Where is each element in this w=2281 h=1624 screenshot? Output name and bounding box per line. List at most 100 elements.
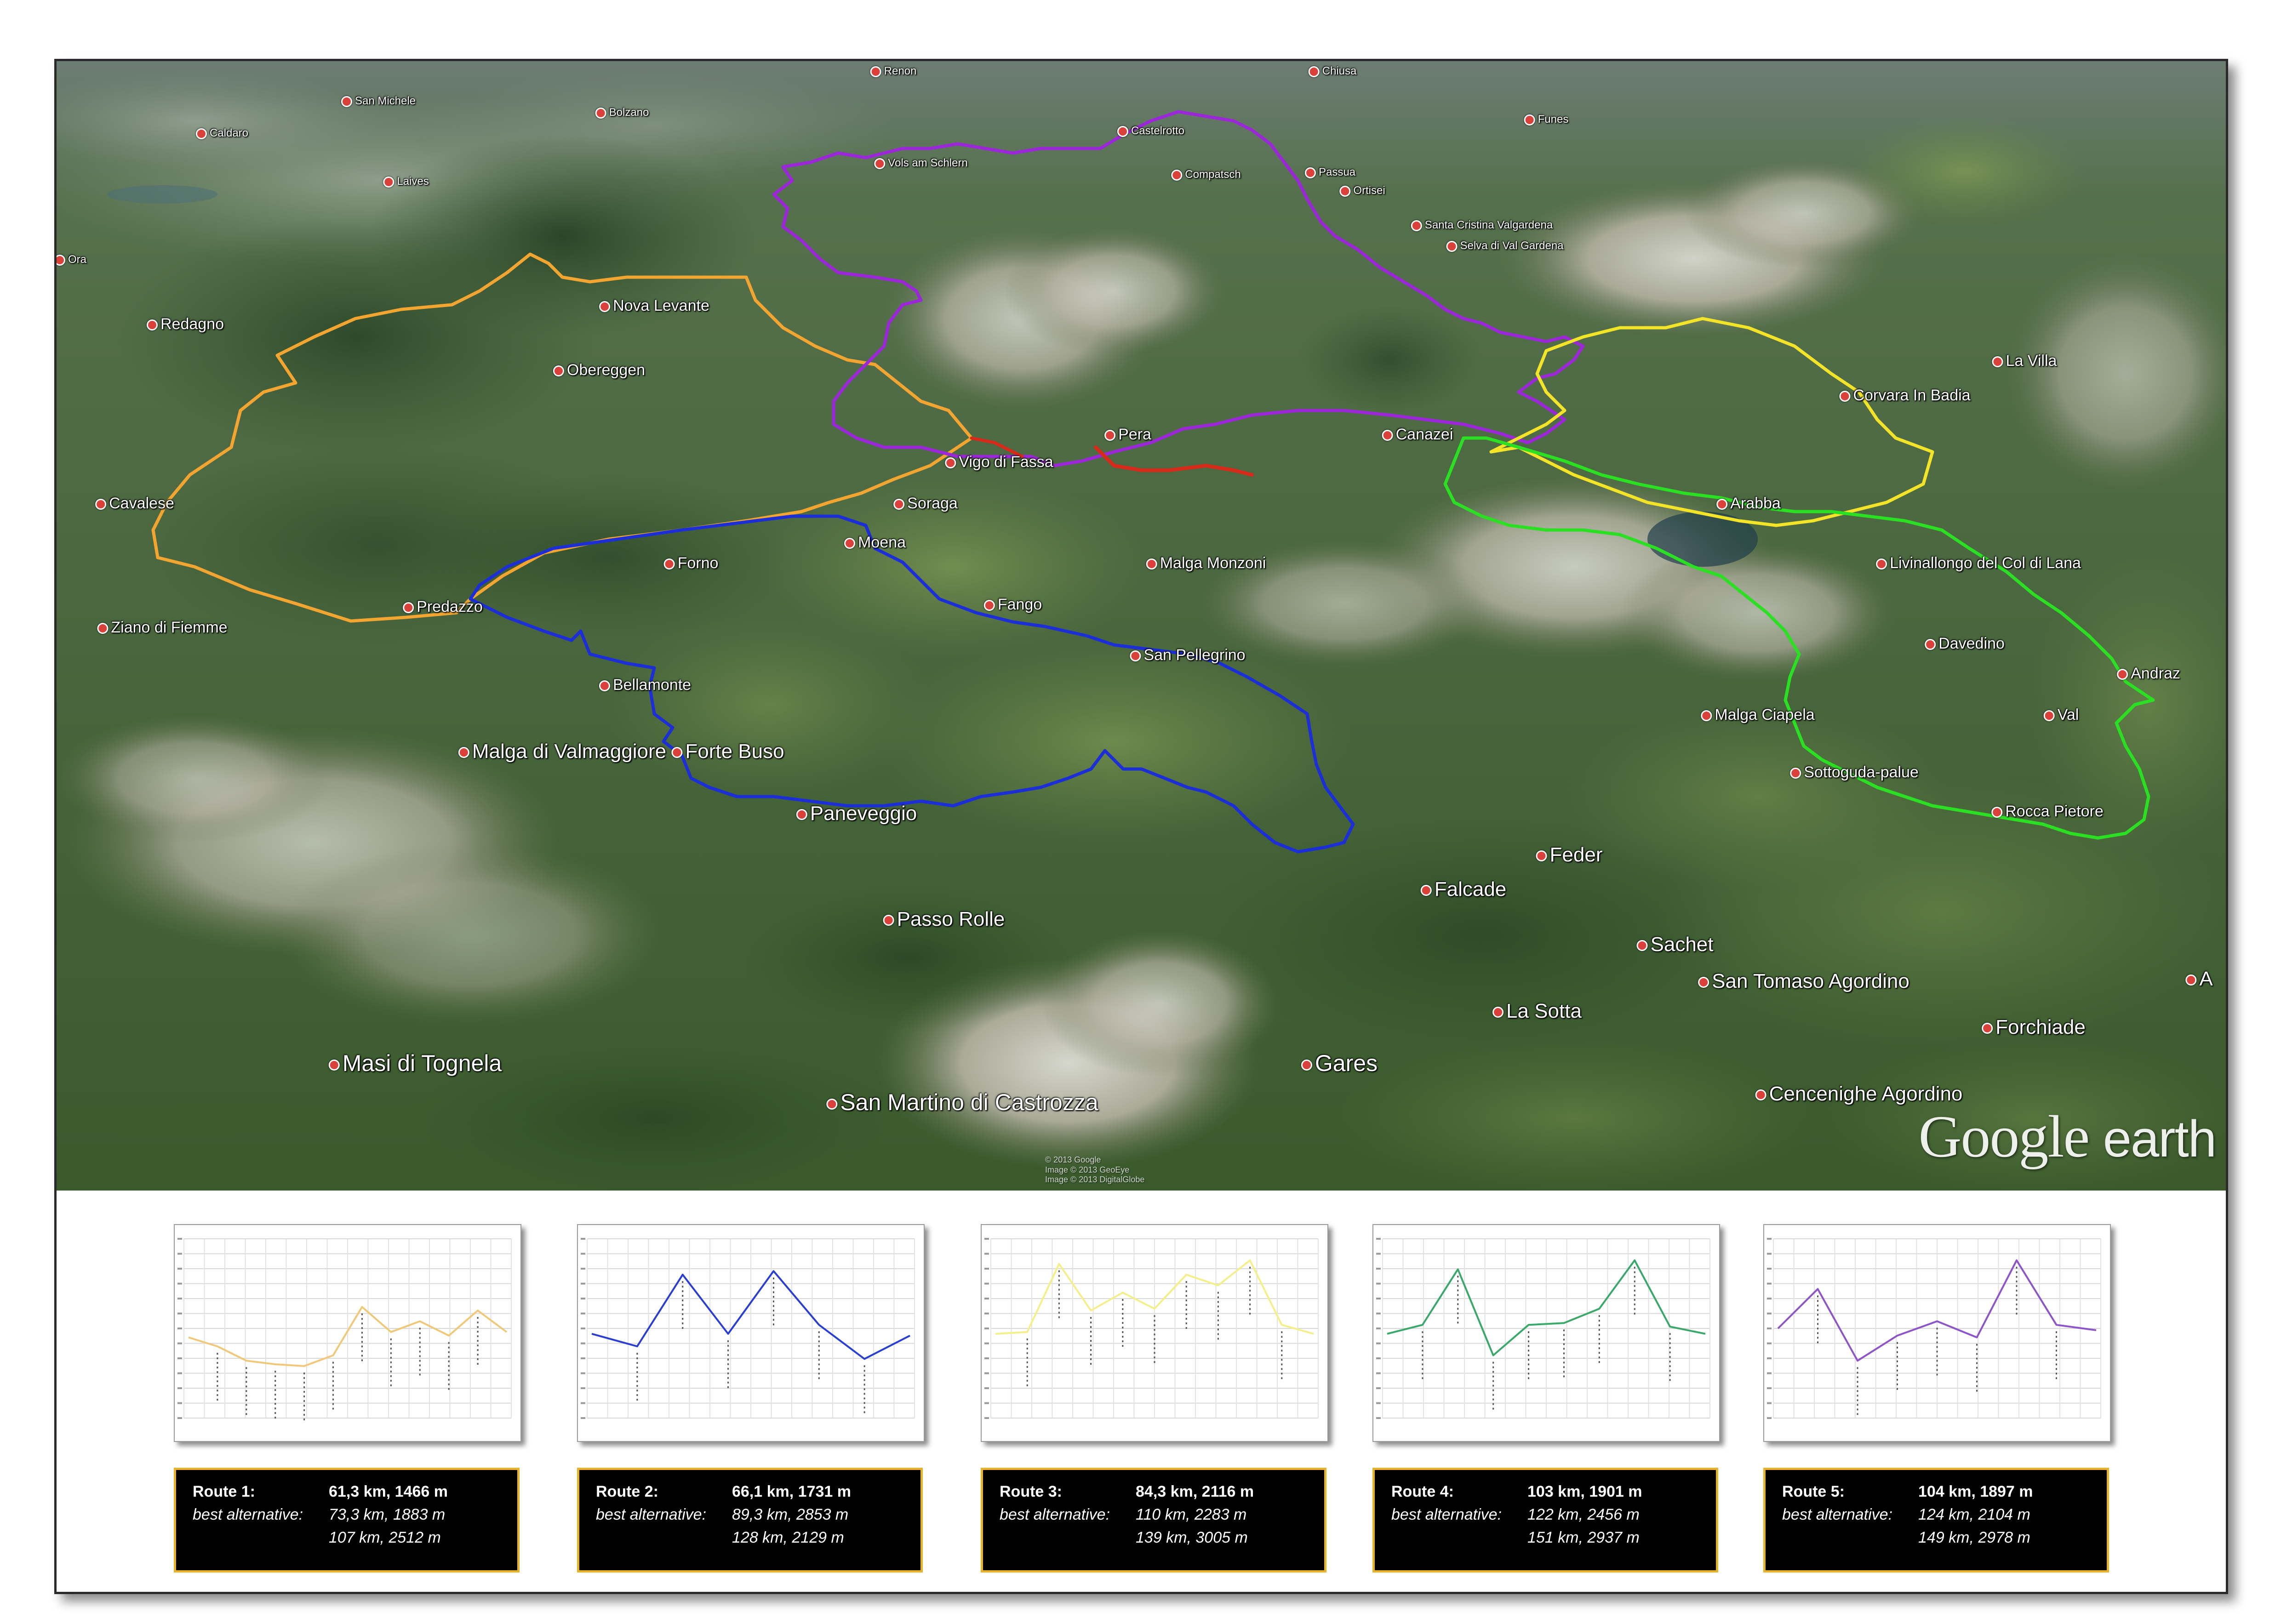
place-name: La Villa xyxy=(2006,352,2057,370)
place-name: Malga Monzoni xyxy=(1160,554,1266,572)
place-label[interactable]: Soraga xyxy=(893,496,958,511)
place-name: Fango xyxy=(997,596,1042,613)
elevation-profile-4[interactable] xyxy=(1372,1224,1720,1442)
y-tick xyxy=(1767,1282,1772,1285)
place-label[interactable]: Nova Levante xyxy=(599,298,709,313)
route-info-3: Route 3: 84,3 km, 2116 m best alternative… xyxy=(981,1468,1326,1573)
place-label[interactable]: Ziano di Fiemme xyxy=(97,620,228,635)
place-marker-icon xyxy=(1308,66,1320,77)
place-label[interactable]: La Villa xyxy=(1992,353,2057,369)
y-tick xyxy=(1376,1312,1381,1315)
place-label[interactable]: Castelrotto xyxy=(1117,125,1184,137)
place-label[interactable]: La Sotta xyxy=(1492,1001,1582,1021)
y-tick xyxy=(177,1328,182,1329)
elevation-profile-3[interactable] xyxy=(981,1224,1328,1442)
place-label[interactable]: Malga di Valmaggiore xyxy=(458,741,666,762)
place-label[interactable]: Forno xyxy=(663,554,719,572)
place-label[interactable]: Feder xyxy=(1536,845,1602,865)
place-label[interactable]: Santa Cristina Valgardena xyxy=(1411,220,1553,231)
place-label[interactable]: Passua xyxy=(1304,167,1355,178)
alternative-1: 110 km, 2283 m xyxy=(1136,1506,1247,1523)
place-label[interactable]: Cencenighe Agordino xyxy=(1755,1084,1962,1104)
place-label[interactable]: Funes xyxy=(1524,114,1568,125)
place-label[interactable]: Corvara In Badia xyxy=(1839,387,1971,404)
place-label[interactable]: Forchiade xyxy=(1982,1017,2086,1037)
place-label[interactable]: Malga Ciapela xyxy=(1701,707,1815,723)
place-label[interactable]: Vols am Schlern xyxy=(874,158,968,169)
place-label[interactable]: San Michele xyxy=(341,96,416,107)
place-label[interactable]: Malga Monzoni xyxy=(1146,555,1266,571)
place-name: San Martino di Castrozza xyxy=(840,1089,1098,1115)
place-label[interactable]: Ora xyxy=(57,254,86,266)
alternative-label: best alternative: xyxy=(1391,1506,1502,1523)
place-label[interactable]: Sottoguda-palue xyxy=(1790,764,1919,780)
y-tick xyxy=(177,1342,182,1345)
place-label[interactable]: Cavalese xyxy=(95,496,174,511)
place-label[interactable]: Vigo di Fassa xyxy=(945,454,1053,470)
place-label[interactable]: Pera xyxy=(1104,427,1151,442)
place-label[interactable]: Sachet xyxy=(1636,935,1713,955)
alternative-1: 73,3 km, 1883 m xyxy=(329,1506,446,1523)
elevation-profile-2[interactable] xyxy=(577,1224,925,1442)
y-tick xyxy=(581,1238,585,1240)
place-label[interactable]: A xyxy=(2185,969,2213,989)
place-label[interactable]: Gares xyxy=(1301,1052,1378,1075)
place-label[interactable]: Bellamonte xyxy=(599,677,691,693)
place-label[interactable]: San Pellegrino xyxy=(1130,647,1246,663)
place-marker-icon xyxy=(870,66,881,77)
place-name: Corvara In Badia xyxy=(1853,387,1971,404)
place-label[interactable]: Rocca Pietore xyxy=(1991,803,2104,819)
place-label[interactable]: Fango xyxy=(983,596,1042,613)
place-label[interactable]: Predazzo xyxy=(403,599,483,615)
place-name: Andraz xyxy=(2131,665,2180,682)
place-marker-icon xyxy=(1411,220,1422,231)
place-marker-icon xyxy=(195,128,207,139)
elevation-profile-1[interactable] xyxy=(174,1224,521,1442)
place-label[interactable]: Val xyxy=(2043,707,2079,723)
place-label[interactable]: Andraz xyxy=(2117,666,2180,681)
place-label[interactable]: Paneveggio xyxy=(796,803,917,824)
place-label[interactable]: Redagno xyxy=(146,316,224,332)
place-label[interactable]: Obereggen xyxy=(553,362,645,378)
place-marker-icon xyxy=(1698,977,1709,988)
place-label[interactable]: Livinallongo del Col di Lana xyxy=(1876,555,2081,571)
place-marker-icon xyxy=(1982,1023,1993,1034)
place-label[interactable]: Renon xyxy=(870,66,916,77)
place-label[interactable]: Passo Rolle xyxy=(883,909,1005,929)
place-label[interactable]: Falcade xyxy=(1420,878,1507,900)
place-marker-icon xyxy=(1117,125,1128,137)
place-marker-icon xyxy=(1446,240,1458,252)
place-label[interactable]: Chiusa xyxy=(1308,66,1356,77)
place-label[interactable]: Selva di Val Gardena xyxy=(1446,240,1564,252)
place-label[interactable]: Caldaro xyxy=(195,128,248,139)
y-tick xyxy=(984,1253,989,1255)
place-label[interactable]: Ortisei xyxy=(1339,185,1385,197)
place-marker-icon xyxy=(95,499,107,510)
place-name: Falcade xyxy=(1434,878,1507,900)
place-label[interactable]: Forte Buso xyxy=(671,741,784,762)
place-label[interactable]: Arabba xyxy=(1716,496,1781,511)
route-label: Route 3: xyxy=(1000,1483,1062,1500)
place-name: Forno xyxy=(677,554,719,572)
place-name: Soraga xyxy=(907,495,958,512)
place-marker-icon xyxy=(893,499,905,510)
place-label[interactable]: San Martino di Castrozza xyxy=(826,1091,1098,1114)
y-tick xyxy=(1376,1342,1381,1345)
alternative-1: 89,3 km, 2853 m xyxy=(732,1506,849,1523)
alternative-2: 128 km, 2129 m xyxy=(732,1529,844,1546)
place-label[interactable]: Masi di Tognela xyxy=(328,1052,502,1075)
elevation-profile-5[interactable] xyxy=(1763,1224,2111,1442)
place-label[interactable]: Davedino xyxy=(1925,636,2005,651)
place-label[interactable]: Laives xyxy=(383,176,429,188)
y-tick xyxy=(177,1417,182,1419)
place-label[interactable]: Bolzano xyxy=(595,107,649,119)
place-label[interactable]: San Tomaso Agordino xyxy=(1698,971,1909,991)
place-marker-icon xyxy=(1839,391,1851,402)
place-label[interactable]: Moena xyxy=(844,535,906,550)
place-marker-icon xyxy=(1925,639,1936,650)
chart-grid xyxy=(984,1238,1319,1419)
terrain-map[interactable]: Renon Chiusa San Michele Bolzano Funes Caldar… xyxy=(57,61,2226,1191)
y-tick xyxy=(984,1402,989,1404)
place-label[interactable]: Compatsch xyxy=(1171,169,1241,181)
place-label[interactable]: Canazei xyxy=(1382,427,1453,442)
